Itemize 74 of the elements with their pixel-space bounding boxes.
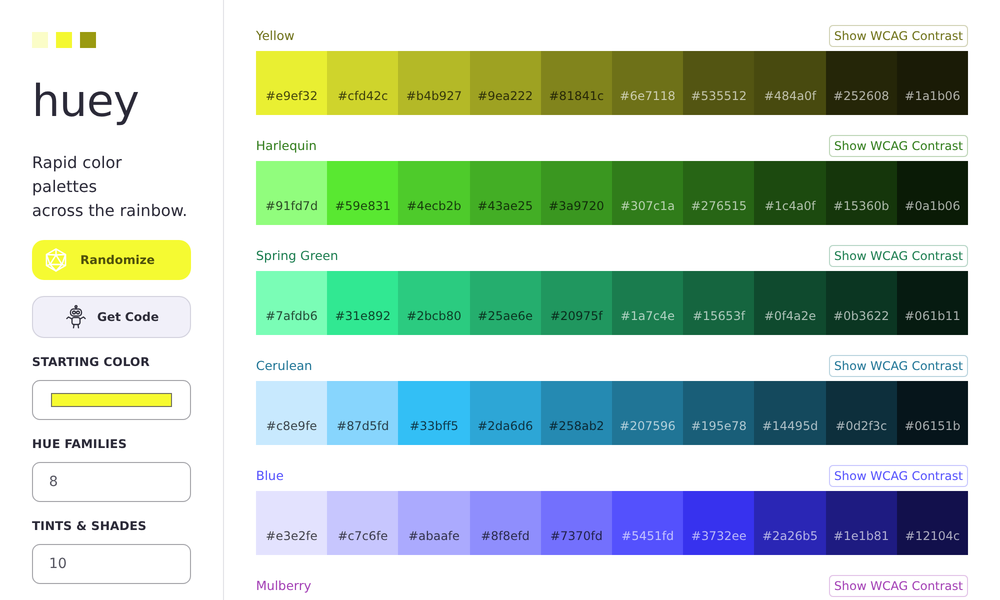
hex-code: #0b3622	[833, 309, 890, 324]
hex-code: #8f8efd	[480, 529, 530, 544]
hex-code: #12104c	[905, 529, 960, 544]
hex-code: #81841c	[549, 89, 604, 104]
hex-code: #252608	[833, 89, 890, 104]
family-title: Harlequin	[256, 138, 317, 154]
hex-code: #0d2f3c	[836, 419, 887, 434]
hex-code: #b4b927	[406, 89, 462, 104]
family-title: Cerulean	[256, 358, 312, 374]
field-label: HUE FAMILIES	[32, 436, 128, 452]
randomize-button[interactable]: Randomize	[32, 240, 191, 280]
number-field[interactable]: 10	[32, 544, 191, 584]
hex-code: #2bcb80	[406, 309, 462, 324]
hex-code: #276515	[690, 199, 747, 214]
hex-code: #1a1b06	[904, 89, 960, 104]
polyhedron-icon	[44, 248, 68, 272]
code-button[interactable]: Get Code	[32, 296, 191, 338]
hex-code: #33bff5	[410, 419, 458, 434]
hex-code: #cfd42c	[338, 89, 388, 104]
hex-code: #25ae6e	[478, 309, 533, 324]
hex-code: #e9ef32	[266, 89, 318, 104]
hex-code: #1c4a0f	[764, 199, 816, 214]
hex-code: #0a1b06	[904, 199, 960, 214]
hex-code: #abaafe	[408, 529, 460, 544]
hex-code: #535512	[690, 89, 747, 104]
hex-code: #06151b	[904, 419, 960, 434]
hex-code: #6e7118	[620, 89, 676, 104]
hex-code: #9ea222	[478, 89, 533, 104]
logo-text: huey	[32, 75, 139, 129]
hex-code: #c7c6fe	[338, 529, 388, 544]
contrast-button[interactable]: Show WCAG Contrast	[829, 575, 968, 597]
robot-icon	[64, 305, 88, 329]
hex-code: #87d5fd	[336, 419, 390, 434]
contrast-button[interactable]: Show WCAG Contrast	[829, 245, 968, 267]
hex-code: #4ecb2b	[406, 199, 462, 214]
tagline: Rapid color palettes across the rainbow.	[32, 152, 188, 222]
hex-code: #7370fd	[550, 529, 603, 544]
hex-code: #31e892	[334, 309, 391, 324]
hex-code: #3732ee	[691, 529, 746, 544]
hex-code: #20975f	[550, 309, 603, 324]
hex-code: #2a26b5	[762, 529, 818, 544]
hex-code: #91fd7d	[265, 199, 318, 214]
hex-code: #207596	[620, 419, 676, 434]
contrast-button[interactable]: Show WCAG Contrast	[829, 135, 968, 157]
contrast-button[interactable]: Show WCAG Contrast	[829, 355, 968, 377]
field-label: STARTING COLOR	[32, 354, 151, 370]
hex-code: #e3e2fe	[266, 529, 318, 544]
hex-code: #43ae25	[478, 199, 533, 214]
family-title: Spring Green	[256, 248, 338, 264]
hex-code: #15653f	[692, 309, 746, 324]
hex-code: #061b11	[904, 309, 960, 324]
hex-code: #484a0f	[764, 89, 816, 104]
hex-code: #5451fd	[621, 529, 674, 544]
contrast-button[interactable]: Show WCAG Contrast	[829, 25, 968, 47]
hex-code: #0f4a2e	[764, 309, 816, 324]
hex-code: #59e831	[334, 199, 391, 214]
hex-code: #195e78	[691, 419, 747, 434]
color-field[interactable]	[32, 380, 191, 420]
hex-code: #c8e9fe	[266, 419, 318, 434]
number-field[interactable]: 8	[32, 462, 191, 502]
hex-code: #1e1b81	[833, 529, 890, 544]
field-label: TINTS & SHADES	[32, 518, 148, 534]
hex-code: #14495d	[762, 419, 818, 434]
hex-code: #7afdb6	[266, 309, 318, 324]
hex-code: #307c1a	[620, 199, 675, 214]
hex-code: #258ab2	[548, 419, 604, 434]
family-title: Mulberry	[256, 578, 312, 594]
family-title: Blue	[256, 468, 284, 484]
hex-code: #15360b	[833, 199, 890, 214]
family-title: Yellow	[256, 28, 294, 44]
contrast-button[interactable]: Show WCAG Contrast	[829, 465, 968, 487]
hex-code: #1a7c4e	[620, 309, 675, 324]
hex-code: #2da6d6	[477, 419, 533, 434]
hex-code: #3a9720	[548, 199, 604, 214]
